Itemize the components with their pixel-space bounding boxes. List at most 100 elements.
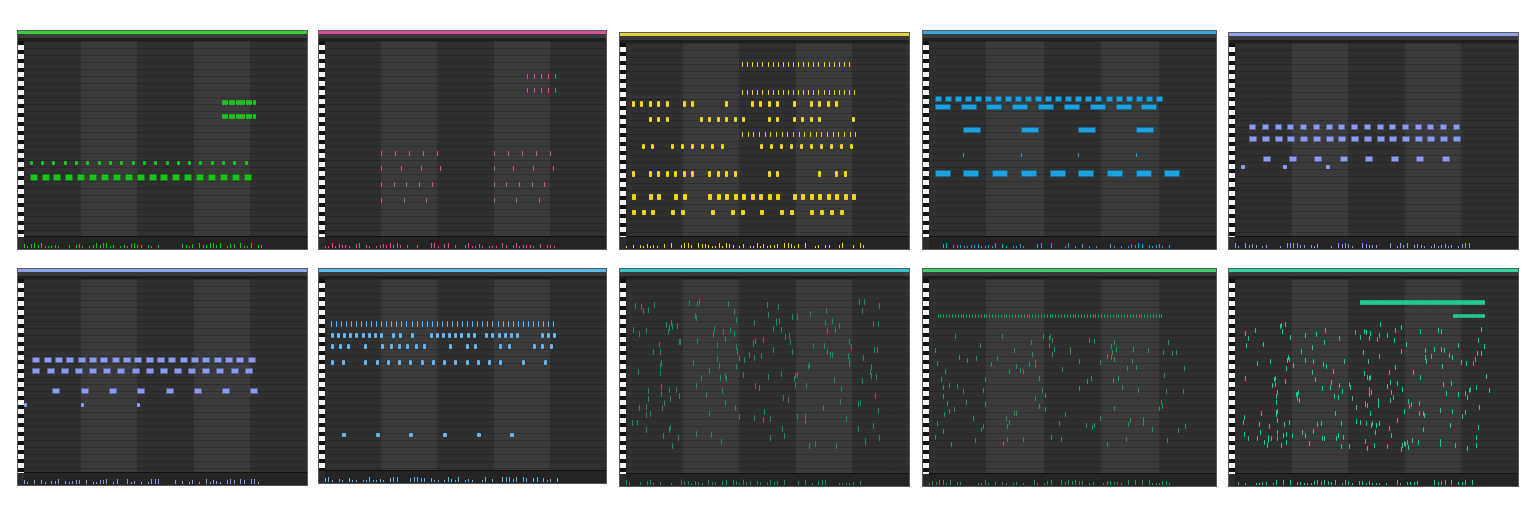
velocity-marker[interactable]	[1444, 244, 1446, 248]
velocity-marker[interactable]	[1092, 482, 1094, 485]
velocity-marker[interactable]	[444, 244, 446, 248]
midi-note[interactable]	[1042, 388, 1044, 394]
velocity-marker[interactable]	[444, 480, 446, 482]
midi-note[interactable]	[780, 370, 782, 377]
velocity-marker[interactable]	[650, 480, 652, 485]
midi-note[interactable]	[698, 298, 700, 305]
velocity-marker[interactable]	[396, 243, 398, 248]
midi-note[interactable]	[487, 359, 491, 365]
velocity-marker[interactable]	[852, 482, 854, 485]
velocity-marker[interactable]	[393, 477, 395, 482]
midi-note[interactable]	[1416, 155, 1425, 162]
midi-note[interactable]	[818, 171, 822, 178]
velocity-marker[interactable]	[742, 244, 744, 248]
velocity-marker[interactable]	[991, 246, 993, 248]
velocity-marker[interactable]	[811, 483, 813, 485]
midi-note[interactable]	[631, 101, 635, 108]
midi-note[interactable]	[808, 442, 810, 449]
velocity-marker[interactable]	[1248, 245, 1250, 248]
midi-note[interactable]	[791, 314, 793, 321]
midi-note[interactable]	[1245, 342, 1247, 348]
midi-note[interactable]	[493, 182, 495, 188]
midi-note[interactable]	[641, 303, 643, 310]
midi-note[interactable]	[668, 426, 670, 433]
midi-note[interactable]	[1113, 406, 1115, 412]
midi-note[interactable]	[823, 89, 825, 95]
midi-note[interactable]	[675, 387, 677, 394]
midi-note[interactable]	[80, 387, 89, 394]
midi-note[interactable]	[1325, 124, 1333, 131]
velocity-marker[interactable]	[646, 244, 648, 248]
midi-note[interactable]	[759, 132, 760, 138]
midi-note[interactable]	[452, 321, 453, 328]
midi-note[interactable]	[89, 174, 98, 182]
velocity-marker[interactable]	[977, 244, 979, 248]
velocity-marker[interactable]	[1037, 483, 1039, 485]
midi-note[interactable]	[1113, 356, 1115, 362]
midi-note[interactable]	[850, 343, 852, 350]
velocity-marker[interactable]	[158, 245, 160, 248]
velocity-marker[interactable]	[732, 245, 734, 248]
midi-note[interactable]	[1003, 314, 1005, 319]
velocity-marker[interactable]	[711, 246, 713, 248]
velocity-marker[interactable]	[458, 477, 460, 482]
midi-note[interactable]	[823, 342, 825, 349]
velocity-marker[interactable]	[519, 246, 521, 248]
midi-note[interactable]	[1308, 440, 1310, 446]
midi-note[interactable]	[815, 441, 816, 448]
midi-note[interactable]	[792, 194, 797, 201]
velocity-marker[interactable]	[328, 477, 330, 482]
velocity-marker[interactable]	[701, 483, 703, 485]
velocity-marker[interactable]	[182, 244, 184, 248]
midi-note[interactable]	[1377, 403, 1379, 409]
velocity-marker[interactable]	[512, 245, 514, 248]
midi-note[interactable]	[1062, 366, 1064, 372]
velocity-marker[interactable]	[684, 481, 686, 485]
midi-note[interactable]	[1064, 412, 1066, 418]
midi-note[interactable]	[838, 322, 840, 329]
velocity-marker[interactable]	[1465, 480, 1467, 485]
midi-note[interactable]	[435, 332, 439, 338]
midi-note[interactable]	[648, 116, 652, 122]
midi-note[interactable]	[759, 101, 762, 108]
midi-note[interactable]	[532, 166, 534, 172]
midi-note[interactable]	[798, 89, 800, 95]
velocity-marker[interactable]	[372, 480, 374, 482]
midi-note[interactable]	[1339, 335, 1341, 341]
velocity-marker[interactable]	[939, 480, 941, 485]
midi-note[interactable]	[937, 361, 939, 367]
velocity-marker[interactable]	[729, 244, 731, 248]
midi-note[interactable]	[160, 174, 169, 182]
midi-note[interactable]	[1281, 328, 1283, 334]
velocity-marker[interactable]	[27, 246, 29, 248]
midi-note[interactable]	[63, 160, 67, 165]
velocity-lane[interactable]	[24, 472, 307, 485]
velocity-lane[interactable]	[929, 473, 1216, 486]
velocity-marker[interactable]	[1064, 246, 1066, 248]
midi-note[interactable]	[650, 410, 652, 417]
midi-note[interactable]	[796, 414, 798, 421]
velocity-marker[interactable]	[230, 479, 232, 484]
velocity-marker[interactable]	[1389, 243, 1391, 248]
midi-note[interactable]	[716, 194, 721, 201]
velocity-marker[interactable]	[51, 246, 53, 248]
midi-note[interactable]	[1419, 375, 1421, 381]
velocity-marker[interactable]	[859, 243, 861, 248]
midi-note[interactable]	[416, 321, 418, 328]
midi-note[interactable]	[188, 160, 192, 165]
midi-note[interactable]	[1326, 364, 1328, 370]
midi-note[interactable]	[964, 95, 972, 102]
midi-note[interactable]	[250, 387, 259, 394]
midi-clip-panel[interactable]	[922, 268, 1217, 487]
midi-note[interactable]	[657, 194, 662, 201]
midi-note[interactable]	[1287, 124, 1295, 131]
velocity-marker[interactable]	[127, 479, 129, 484]
midi-note[interactable]	[674, 171, 678, 178]
midi-note[interactable]	[1275, 409, 1277, 415]
midi-note[interactable]	[725, 116, 729, 122]
velocity-marker[interactable]	[1075, 480, 1077, 485]
midi-note[interactable]	[809, 209, 814, 215]
midi-note[interactable]	[52, 160, 56, 165]
midi-note[interactable]	[1078, 127, 1097, 134]
midi-clip-panel[interactable]	[17, 268, 308, 486]
